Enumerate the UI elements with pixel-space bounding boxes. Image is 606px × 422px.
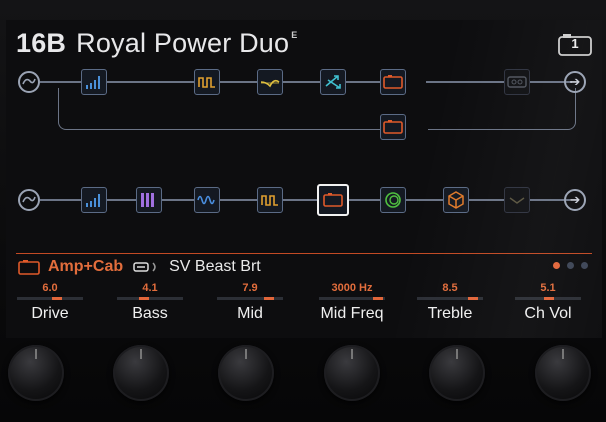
arrow-right-icon: ➔: [569, 74, 581, 89]
preset-name: Royal Power Duo: [76, 28, 290, 58]
amp-icon: [383, 120, 403, 134]
path-b-block-synth[interactable]: [136, 187, 162, 213]
path-b-input-icon[interactable]: [18, 189, 40, 211]
page-dot-3[interactable]: [581, 262, 588, 269]
param-name: Bass: [132, 305, 168, 322]
param-bar: [515, 297, 581, 300]
arrow-right-icon: ➔: [569, 192, 581, 207]
param-bar: [17, 297, 83, 300]
param-value: 5.1: [540, 282, 556, 294]
input-icon: [22, 196, 36, 203]
path-a-block-looper[interactable]: [504, 69, 530, 95]
snapshot-button[interactable]: 1: [558, 32, 592, 56]
path-b-block-amp-selected[interactable]: [317, 184, 349, 216]
edited-marker: E: [291, 30, 298, 40]
volume-icon: [86, 194, 100, 207]
filter-icon: [198, 77, 215, 88]
filter-icon: [261, 195, 278, 206]
param-drive[interactable]: 6.0 Drive: [10, 282, 90, 323]
path-b-line: [40, 199, 570, 201]
param-mid-freq[interactable]: 3000 Hz Mid Freq: [312, 282, 392, 323]
display-screen: 16B Royal Power Duo E 1 ➔ ➔ Amp+Cab SV B…: [6, 20, 602, 338]
param-value: 8.5: [442, 282, 458, 294]
path-a-block-volume[interactable]: [81, 69, 107, 95]
page-dot-1[interactable]: [553, 262, 560, 269]
eq-icon: [260, 79, 280, 88]
empty-slot-icon: [509, 197, 525, 204]
block-model[interactable]: SV Beast Brt: [169, 258, 261, 276]
snapshot-number: 1: [571, 36, 579, 51]
path-a-block-amp[interactable]: [380, 69, 406, 95]
modulation-icon: [197, 195, 215, 205]
param-value: 3000 Hz: [331, 282, 373, 294]
volume-icon: [86, 76, 100, 89]
path-a-output-icon[interactable]: ➔: [564, 71, 586, 93]
preset-number: 16B: [16, 28, 67, 58]
param-name: Ch Vol: [524, 305, 572, 322]
param-name: Mid: [237, 305, 263, 322]
reverb-icon: [385, 192, 401, 208]
path-a-block-amp-b[interactable]: [380, 114, 406, 140]
path-b-block-cab[interactable]: [443, 187, 469, 213]
page-dot-2[interactable]: [567, 262, 574, 269]
path-b-block-volume[interactable]: [81, 187, 107, 213]
page-dots: [553, 262, 588, 269]
amp-icon: [323, 193, 343, 207]
param-bar: [217, 297, 283, 300]
param-name: Treble: [427, 305, 473, 322]
preset-title[interactable]: 16B Royal Power Duo E: [16, 28, 297, 59]
looper-icon: [507, 76, 527, 88]
param-bar: [417, 297, 483, 300]
path-a-line-end: [426, 81, 572, 83]
path-a-input-icon[interactable]: [18, 71, 40, 93]
split-route-right: [428, 88, 576, 130]
knob-6[interactable]: [535, 345, 591, 401]
knob-2[interactable]: [113, 345, 169, 401]
cab-icon: [448, 191, 464, 209]
param-bass[interactable]: 4.1 Bass: [110, 282, 190, 323]
knob-4[interactable]: [324, 345, 380, 401]
block-category: Amp+Cab: [48, 258, 124, 275]
path-a-block-split[interactable]: [320, 69, 346, 95]
separator-line: [16, 253, 592, 254]
cab-link-icon: [133, 262, 156, 272]
input-icon: [22, 78, 36, 85]
knob-3[interactable]: [218, 345, 274, 401]
path-b-block-filter[interactable]: [257, 187, 283, 213]
split-icon: [325, 75, 341, 89]
param-bar: [319, 297, 385, 300]
knob-5[interactable]: [429, 345, 485, 401]
param-mid[interactable]: 7.9 Mid: [210, 282, 290, 323]
param-name: Mid Freq: [320, 305, 384, 322]
path-a-block-eq[interactable]: [257, 69, 283, 95]
amp-icon: [18, 260, 40, 275]
param-treble[interactable]: 8.5 Treble: [410, 282, 490, 323]
param-value: 4.1: [142, 282, 158, 294]
path-a-block-filter[interactable]: [194, 69, 220, 95]
selected-block-info: Amp+Cab SV Beast Brt: [18, 256, 261, 278]
path-b-block-empty[interactable]: [504, 187, 530, 213]
param-value: 6.0: [42, 282, 58, 294]
amp-icon: [383, 75, 403, 89]
path-b-block-modulation[interactable]: [194, 187, 220, 213]
param-bar: [117, 297, 183, 300]
path-b-output-icon[interactable]: ➔: [564, 189, 586, 211]
device-body: 16B Royal Power Duo E 1 ➔ ➔ Amp+Cab SV B…: [0, 0, 606, 422]
synth-icon: [141, 193, 154, 207]
path-b-block-reverb[interactable]: [380, 187, 406, 213]
param-name: Drive: [31, 305, 69, 322]
param-value: 7.9: [242, 282, 258, 294]
param-ch-vol[interactable]: 5.1 Ch Vol: [508, 282, 588, 323]
knob-1[interactable]: [8, 345, 64, 401]
